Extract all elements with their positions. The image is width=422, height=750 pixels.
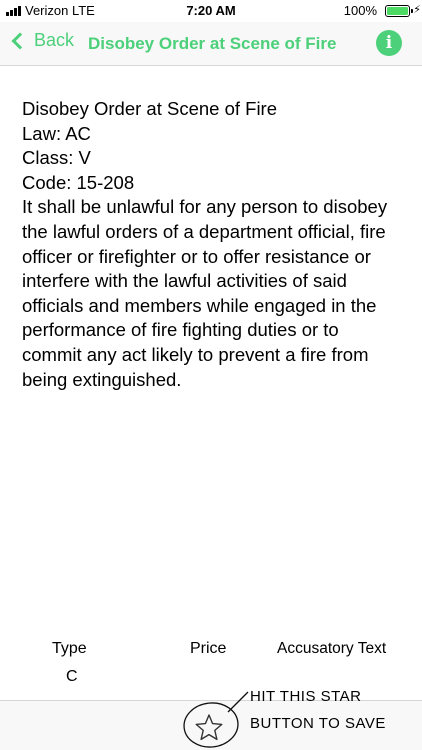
info-table: Type Price Accusatory Text C [0,640,422,690]
back-label: Back [34,30,75,50]
page-title: Disobey Order at Scene of Fire [88,34,337,53]
ordinance-class: Class: V [22,147,91,169]
battery-percent: 100% [343,3,377,18]
ordinance-law: Law: AC [22,122,91,144]
type-header: Type [52,640,87,657]
type-value: C [66,668,78,685]
bottom-toolbar [0,700,422,750]
accusatory-text-header: Accusatory Text [277,640,387,657]
star-save-button[interactable] [194,713,224,741]
navigation-bar: Back Disobey Order at Scene of Fire i [0,22,422,66]
status-bar: Verizon LTE 7:20 AM 100% ⚡ [0,0,422,22]
chevron-left-icon [11,32,29,49]
ordinance-name: Disobey Order at Scene of Fire [22,98,277,119]
back-button[interactable]: Back [10,30,74,51]
ordinance-details: Disobey Order at Scene of Fire Law: AC C… [22,97,402,392]
star-outline-icon [195,714,223,741]
info-icon[interactable]: i [376,30,402,56]
price-header: Price [190,640,227,657]
battery-icon [385,5,410,17]
ordinance-description: It shall be unlawful for any person to d… [22,196,388,390]
ordinance-code: Code: 15-208 [22,171,135,193]
charging-icon: ⚡ [413,4,421,16]
screen: Verizon LTE 7:20 AM 100% ⚡ Back Disobey … [0,0,422,750]
